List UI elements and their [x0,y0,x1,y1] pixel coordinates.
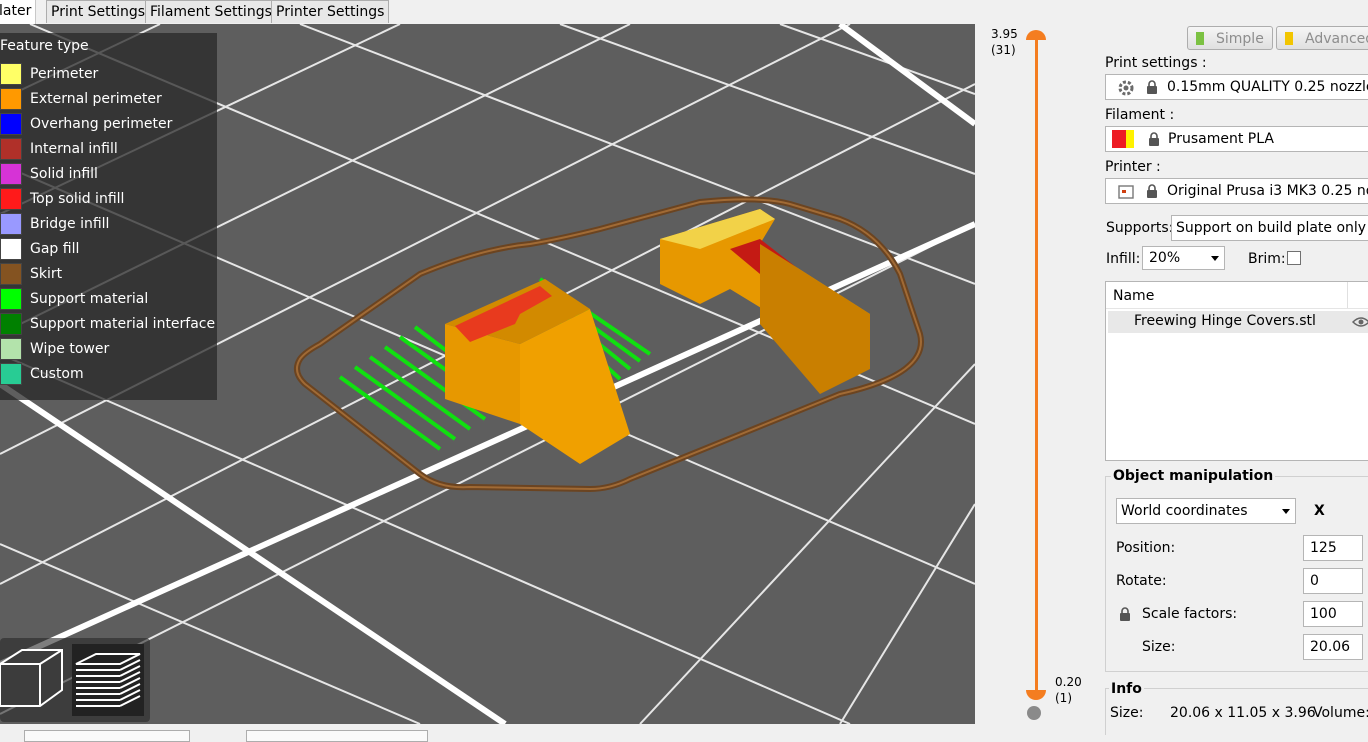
tab-plater[interactable]: later [0,0,37,24]
slider-bottom-thumb[interactable] [1026,690,1046,700]
tab-printer-settings[interactable]: Printer Settings [271,0,390,23]
slider-track [1035,36,1038,696]
3d-view-button[interactable] [0,644,72,716]
legend-swatch [0,113,22,135]
print-settings-label: Print settings : [1105,55,1207,71]
legend-label: Support material interface [30,316,216,332]
scale-x-input[interactable]: 100 [1303,601,1363,627]
legend-swatch [0,188,22,210]
legend-swatch [0,338,22,360]
object-list[interactable]: Name Freewing Hinge Covers.stl [1105,281,1368,461]
coordinates-combo[interactable]: World coordinates [1116,498,1296,524]
legend-label: Custom [30,366,84,382]
legend-label: Bridge infill [30,216,110,232]
layers-view-icon [75,653,141,707]
filament-color-yellow [1126,130,1134,148]
right-sidebar: Simple Advanced Print settings : 0.15mm … [1099,24,1368,735]
layer-slider[interactable]: 3.95 (31) 0.20 (1) [975,24,1099,724]
legend-label: External perimeter [30,91,162,107]
brim-label: Brim: [1248,251,1286,267]
legend-swatch [0,138,22,160]
slider-top-value: 3.95 [991,27,1018,41]
header-divider [1347,282,1348,308]
position-x-input[interactable]: 125 [1303,535,1363,561]
legend-swatch [0,238,22,260]
bottom-button-left[interactable] [24,730,190,742]
legend-label: Overhang perimeter [30,116,173,132]
legend-label: Top solid infill [30,191,125,207]
info-size-value: 20.06 x 11.05 x 3.96 [1170,705,1316,721]
rotate-x-input[interactable]: 0 [1303,568,1363,594]
eye-icon[interactable] [1352,316,1368,328]
legend-swatch [0,363,22,385]
chevron-down-icon [1282,509,1290,514]
legend-label: Internal infill [30,141,118,157]
legend-swatch [0,263,22,285]
gear-icon [1118,80,1134,96]
simple-mode-icon [1196,32,1204,45]
printer-icon [1118,185,1134,199]
filament-combo[interactable]: Prusament PLA [1105,126,1368,152]
3d-viewport[interactable]: Feature type Perimeter External perimeter… [0,24,975,724]
brim-checkbox[interactable] [1287,251,1301,265]
legend-label: Skirt [30,266,63,282]
slider-top-layer: (31) [991,43,1016,57]
print-settings-combo[interactable]: 0.15mm QUALITY 0.25 nozzle MK3 [1105,74,1368,100]
axis-x-label: X [1314,503,1325,519]
legend-label: Solid infill [30,166,98,182]
legend-title: Feature type [0,38,89,54]
legend-swatch [0,88,22,110]
legend-swatch [0,163,22,185]
object-row[interactable]: Freewing Hinge Covers.stl [1108,311,1368,333]
mode-advanced-button[interactable]: Advanced [1276,26,1368,50]
filament-color-red [1112,130,1126,148]
size-label: Size: [1142,639,1176,655]
legend-label: Wipe tower [30,341,110,357]
scale-lock-icon[interactable] [1119,607,1131,621]
legend-label: Perimeter [30,66,99,82]
lock-icon [1147,184,1157,198]
view-toggle [0,638,150,722]
printer-label: Printer : [1105,159,1161,175]
tab-print-settings[interactable]: Print Settings [46,0,151,23]
lock-icon [1147,80,1157,94]
slider-bottom-layer: (1) [1055,691,1072,705]
advanced-mode-icon [1285,32,1293,45]
supports-label: Supports: [1106,220,1174,236]
bottom-button-right[interactable] [246,730,428,742]
printer-combo[interactable]: Original Prusa i3 MK3 0.25 nozzle [1105,178,1368,204]
scale-label: Scale factors: [1142,606,1238,622]
lock-icon [1149,132,1159,146]
legend-swatch [0,288,22,310]
mode-simple-button[interactable]: Simple [1187,26,1273,50]
legend-swatch [0,213,22,235]
slider-bottom-value: 0.20 [1055,675,1082,689]
info-size-label: Size: [1110,705,1144,721]
size-x-input[interactable]: 20.06 [1303,634,1363,660]
bottom-bar [0,724,1099,742]
feature-type-legend: Feature type Perimeter External perimeter… [0,33,217,400]
legend-swatch [0,313,22,335]
part-right-side [760,244,870,394]
infill-label: Infill: [1106,251,1141,267]
chevron-down-icon [1211,256,1219,261]
legend-swatch [0,63,22,85]
legend-label: Gap fill [30,241,80,257]
slider-settings-icon[interactable] [1027,706,1041,720]
3d-view-icon [0,649,63,707]
info-title: Info [1109,681,1144,697]
info-volume-label: Volume: [1313,705,1368,721]
tab-filament-settings[interactable]: Filament Settings [145,0,277,23]
layers-view-button[interactable] [72,644,144,716]
position-label: Position: [1116,540,1176,556]
infill-combo[interactable]: 20% [1142,246,1225,270]
object-manipulation-title: Object manipulation [1111,468,1276,484]
supports-combo[interactable]: Support on build plate only [1171,215,1368,241]
filament-label: Filament : [1105,107,1175,123]
rotate-label: Rotate: [1116,573,1167,589]
tab-bar: later Print Settings Filament Settings P… [0,0,1368,25]
slider-top-thumb[interactable] [1026,30,1046,40]
object-list-header: Name [1106,282,1368,309]
legend-label: Support material [30,291,149,307]
